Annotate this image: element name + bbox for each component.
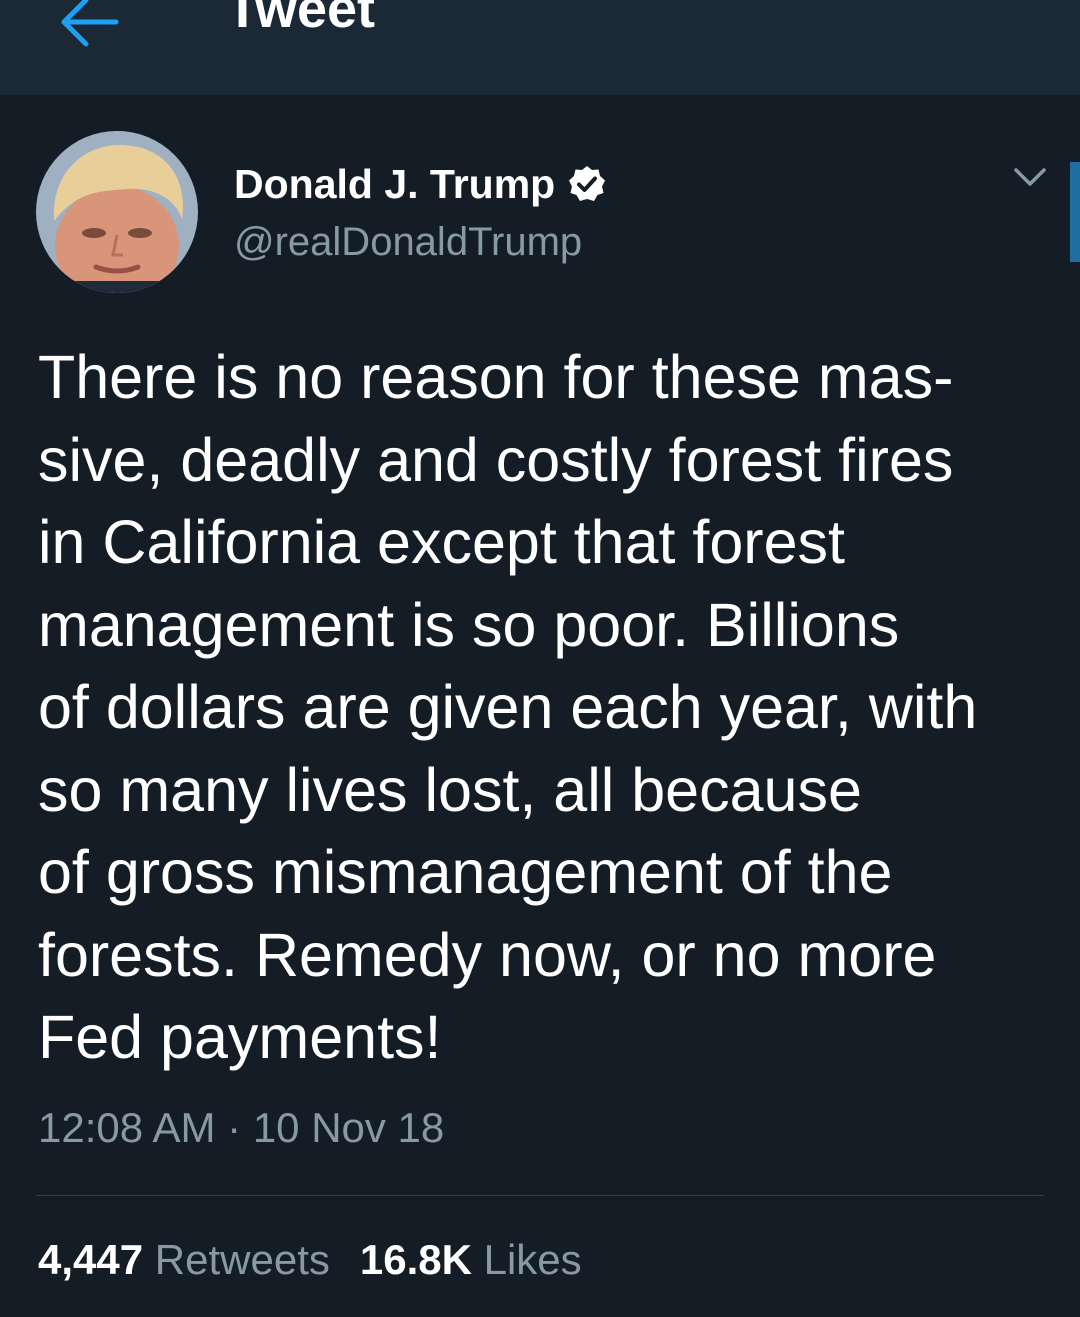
arrow-left-icon bbox=[61, 0, 119, 47]
tweet-text-line: There is no reason for these mas- bbox=[38, 343, 954, 411]
author-name-row: Donald J. Trump bbox=[234, 158, 607, 210]
tweet-text-line: Fed payments! bbox=[38, 1003, 442, 1071]
divider bbox=[36, 1195, 1044, 1196]
tweet-text: There is no reason for these mas- sive, … bbox=[38, 336, 1058, 1079]
likes-count: 16.8K bbox=[359, 1236, 472, 1283]
verified-badge-icon bbox=[569, 166, 606, 201]
user-handle[interactable]: @realDonaldTrump bbox=[234, 220, 582, 265]
likes-label: Likes bbox=[483, 1236, 582, 1283]
tweet-text-line: so many lives lost, all because bbox=[38, 755, 862, 824]
engagement-stats: 4,447 Retweets 16.8K Likes bbox=[38, 1236, 582, 1284]
display-name[interactable]: Donald J. Trump bbox=[234, 161, 555, 208]
chevron-down-icon bbox=[1014, 168, 1046, 186]
likes-stat[interactable]: 16.8K Likes bbox=[360, 1236, 582, 1283]
profile-photo bbox=[36, 131, 198, 293]
tweet-text-line: of gross mismanagement of the bbox=[38, 838, 893, 906]
tweet-date: 10 Nov 18 bbox=[252, 1104, 445, 1151]
tweet-text-line: sive, deadly and costly forest fires bbox=[38, 425, 954, 494]
retweets-stat[interactable]: 4,447 Retweets bbox=[38, 1236, 330, 1283]
tweet-text-line: of dollars are given each year, with bbox=[38, 673, 978, 741]
retweets-count: 4,447 bbox=[38, 1236, 144, 1283]
tweet-menu-button[interactable] bbox=[1008, 160, 1052, 194]
page-title: Tweet bbox=[226, 0, 376, 39]
back-button[interactable] bbox=[56, 0, 126, 52]
tweet-text-line: forests. Remedy now, or no more bbox=[38, 920, 937, 989]
tweet-timestamp: 12:08 AM · 10 Nov 18 bbox=[38, 1104, 444, 1152]
tweet-text-line: in California except that forest bbox=[38, 508, 845, 576]
tweet-detail-screen: Tweet Donald J. Trump @realDonaldTrump T… bbox=[0, 0, 1080, 1317]
scrollbar[interactable] bbox=[1070, 162, 1080, 262]
tweet-text-line: management is so poor. Billions bbox=[38, 590, 900, 659]
tweet-time: 12:08 AM bbox=[38, 1104, 216, 1151]
retweets-label: Retweets bbox=[154, 1236, 330, 1283]
timestamp-separator: · bbox=[227, 1104, 242, 1151]
avatar[interactable] bbox=[36, 131, 198, 293]
top-app-bar: Tweet bbox=[0, 0, 1080, 95]
